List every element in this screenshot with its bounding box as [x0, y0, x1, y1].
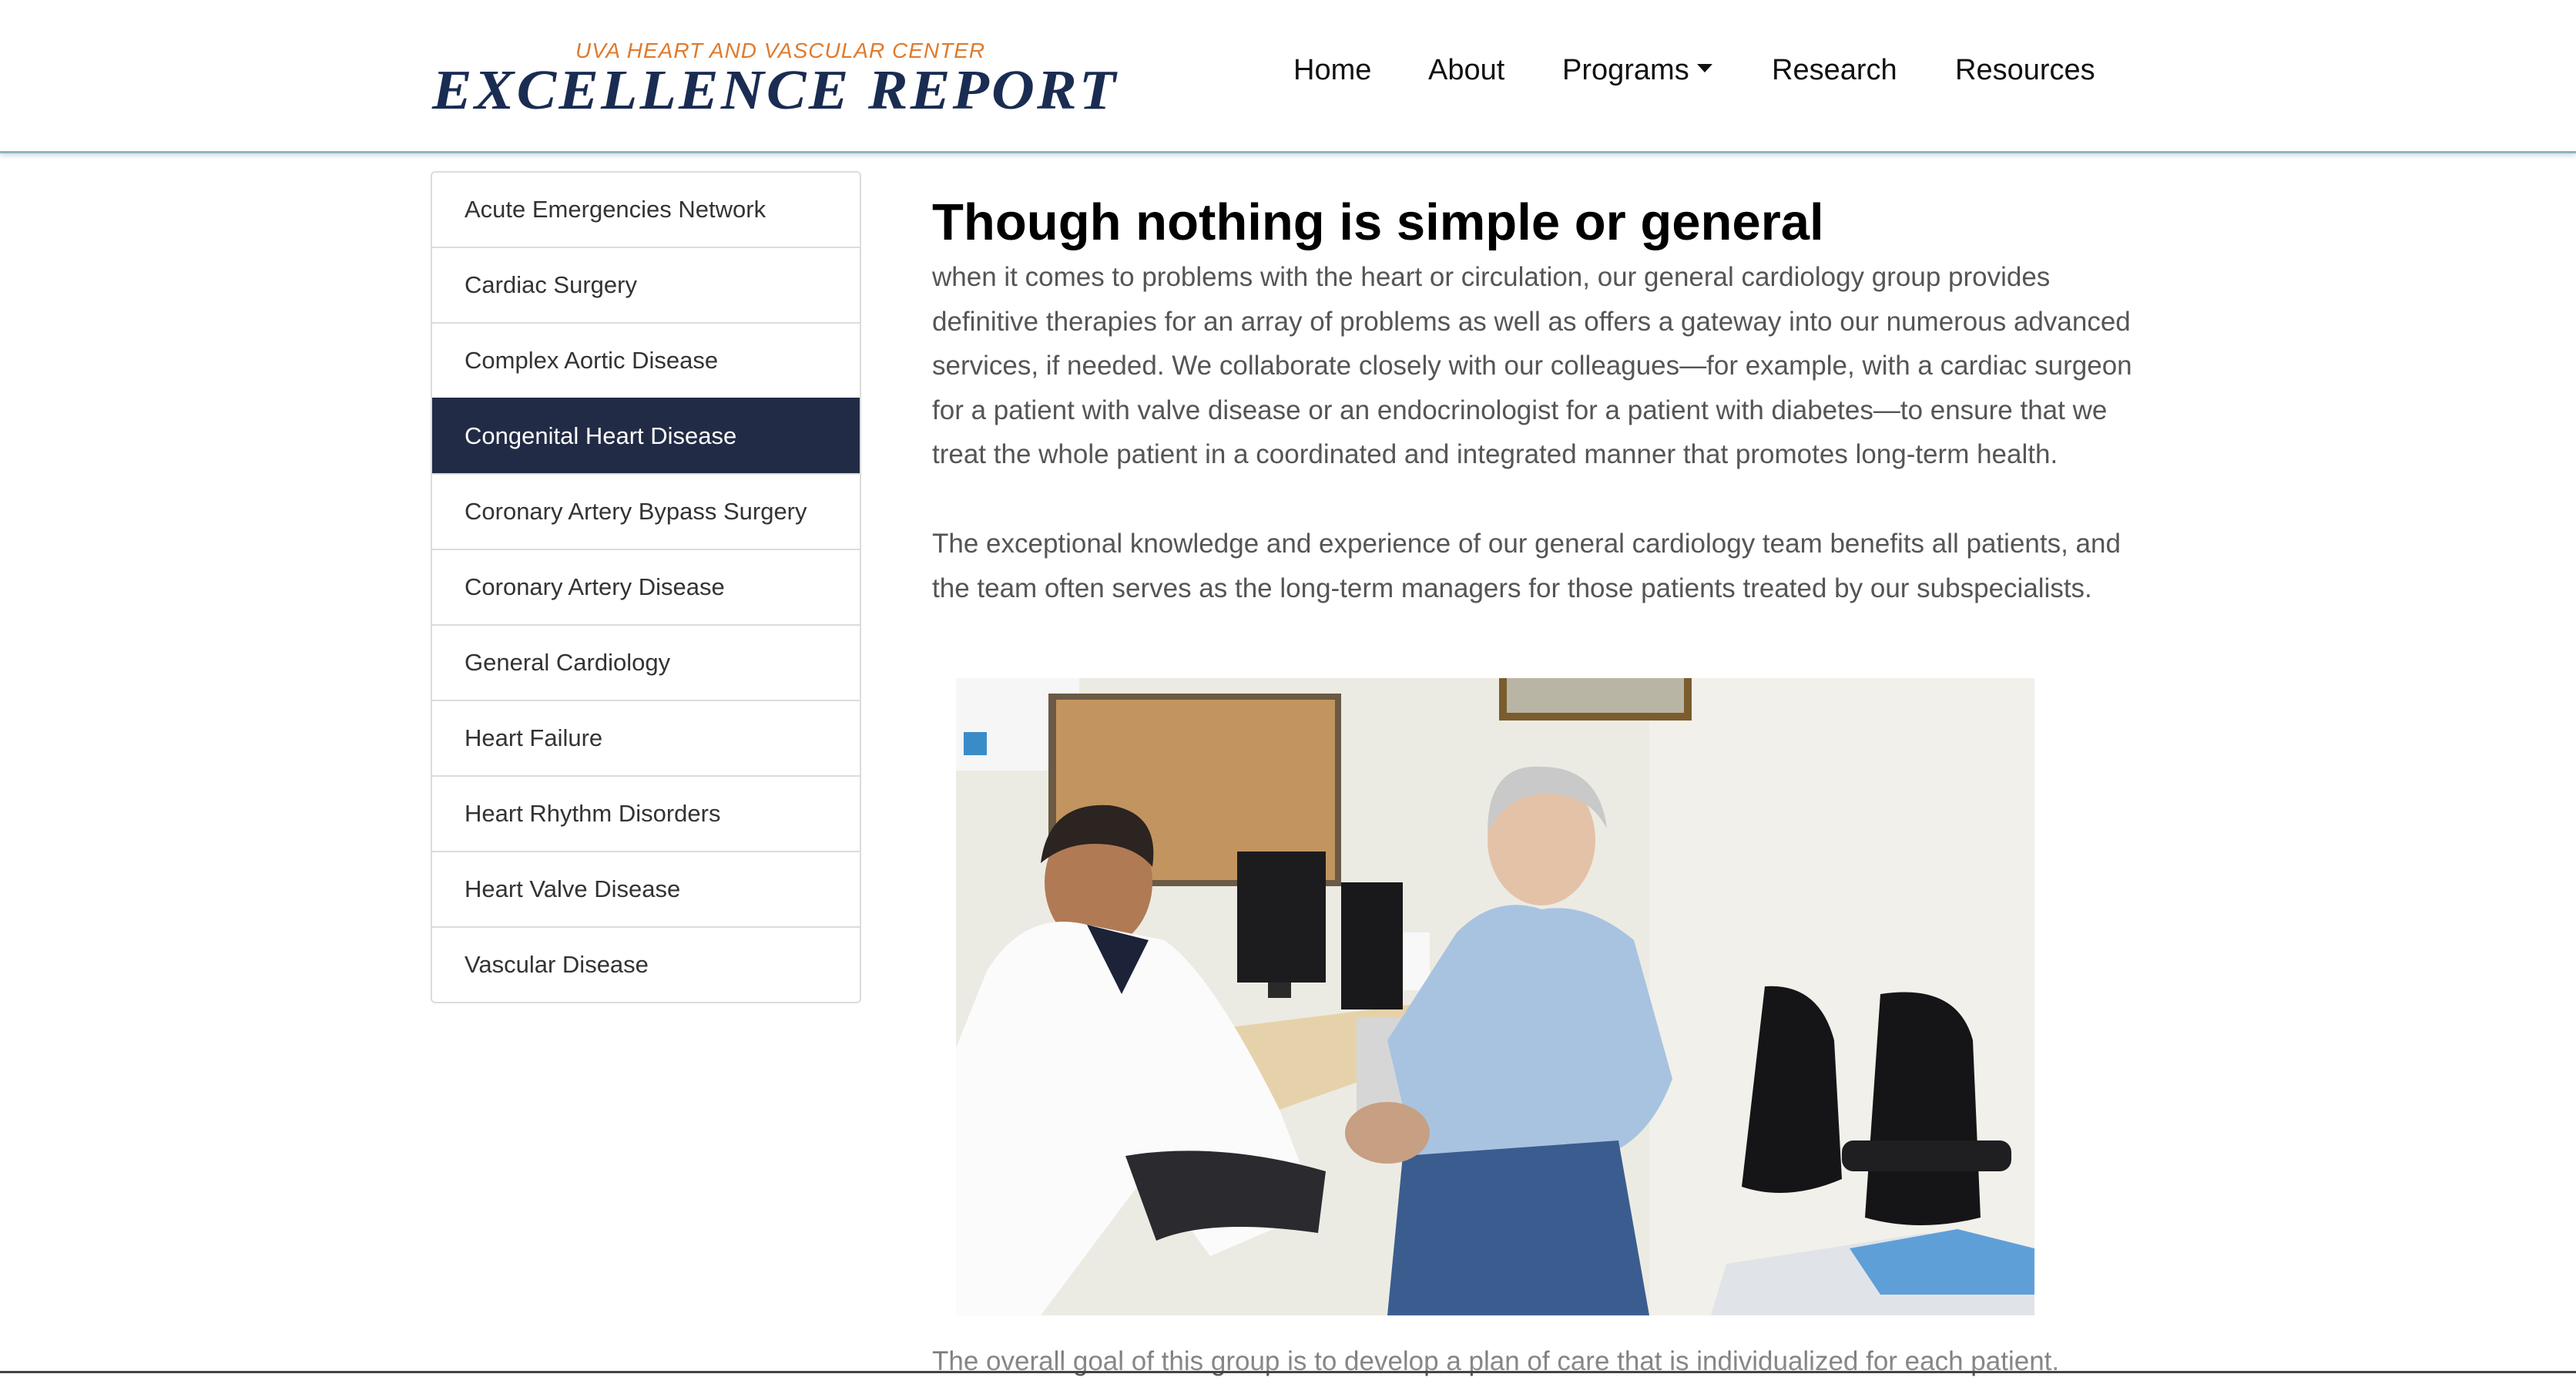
chevron-down-icon	[1696, 64, 1712, 73]
sidebar-item-general-cardiology[interactable]: General Cardiology	[432, 624, 860, 700]
programs-sidebar: Acute Emergencies Network Cardiac Surger…	[431, 171, 861, 1003]
sidebar-item-complex-aortic-disease[interactable]: Complex Aortic Disease	[432, 322, 860, 398]
nav-research[interactable]: Research	[1772, 54, 1897, 87]
sidebar-item-coronary-artery-bypass-surgery[interactable]: Coronary Artery Bypass Surgery	[432, 473, 860, 549]
nav-resources[interactable]: Resources	[1955, 54, 2095, 87]
sidebar-item-congenital-heart-disease[interactable]: Congenital Heart Disease	[432, 398, 860, 473]
sidebar-item-acute-emergencies-network[interactable]: Acute Emergencies Network	[432, 173, 860, 247]
sidebar-item-coronary-artery-disease[interactable]: Coronary Artery Disease	[432, 549, 860, 624]
nav-home[interactable]: Home	[1293, 54, 1371, 87]
nav-programs-label: Programs	[1562, 54, 1689, 86]
sidebar-item-heart-valve-disease[interactable]: Heart Valve Disease	[432, 851, 860, 926]
intro-paragraph: when it comes to problems with the heart…	[932, 262, 2132, 470]
sidebar-item-vascular-disease[interactable]: Vascular Disease	[432, 926, 860, 1002]
team-paragraph: The exceptional knowledge and experience…	[932, 529, 2121, 603]
sidebar-item-cardiac-surgery[interactable]: Cardiac Surgery	[432, 247, 860, 322]
main-nav: Home About Programs Research Resources	[0, 54, 2576, 100]
sidebar-item-heart-rhythm-disorders[interactable]: Heart Rhythm Disorders	[432, 775, 860, 851]
page-title: Though nothing is simple or general	[932, 193, 1824, 251]
nav-programs-dropdown[interactable]: Programs	[1562, 54, 1712, 87]
nav-about[interactable]: About	[1428, 54, 1504, 87]
doctor-patient-photo	[956, 678, 2034, 1315]
goal-paragraph: The overall goal of this group is to dev…	[932, 1346, 2060, 1376]
site-header: UVA HEART AND VASCULAR CENTER EXCELLENCE…	[0, 0, 2576, 153]
sidebar-item-heart-failure[interactable]: Heart Failure	[432, 700, 860, 775]
